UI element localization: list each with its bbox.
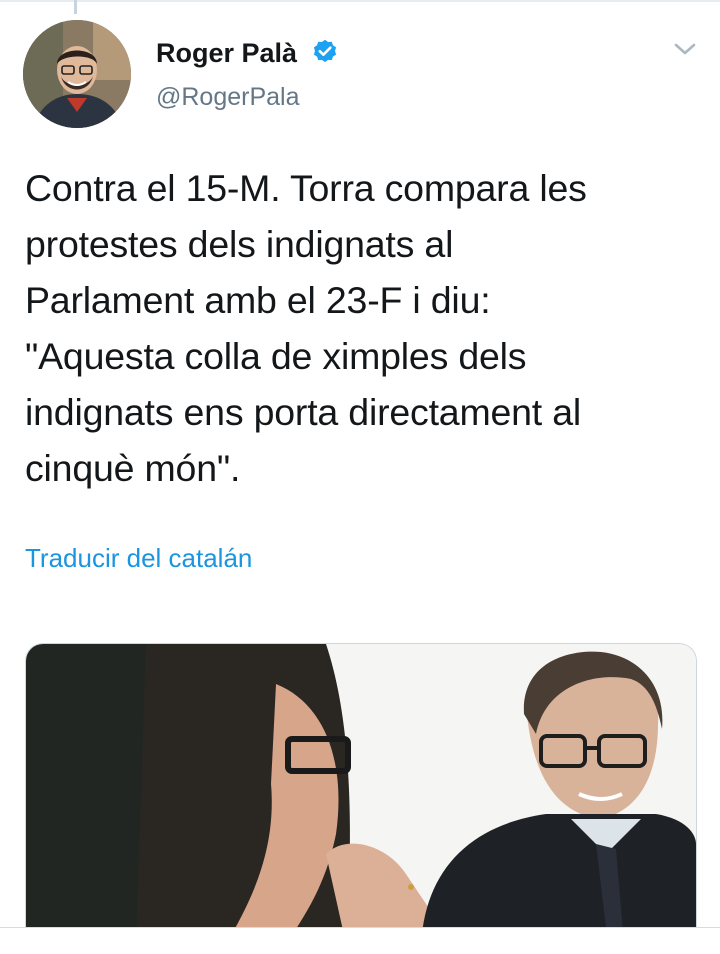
author-handle[interactable]: @RogerPala (156, 83, 300, 112)
verified-badge-icon (313, 39, 337, 63)
avatar[interactable] (23, 20, 131, 128)
thread-connector-line (74, 0, 77, 14)
thread-top-divider (0, 0, 720, 2)
bottom-strip (0, 928, 720, 954)
translate-link[interactable]: Traducir del catalán (25, 543, 252, 574)
tweet-text: Contra el 15-M. Torra compara les protes… (25, 167, 587, 489)
author-name[interactable]: Roger Palà (156, 38, 297, 69)
media-photo-image (26, 644, 696, 944)
chevron-down-icon[interactable] (672, 38, 698, 60)
avatar-photo (23, 20, 131, 128)
tweet-media-photo[interactable] (25, 643, 697, 944)
